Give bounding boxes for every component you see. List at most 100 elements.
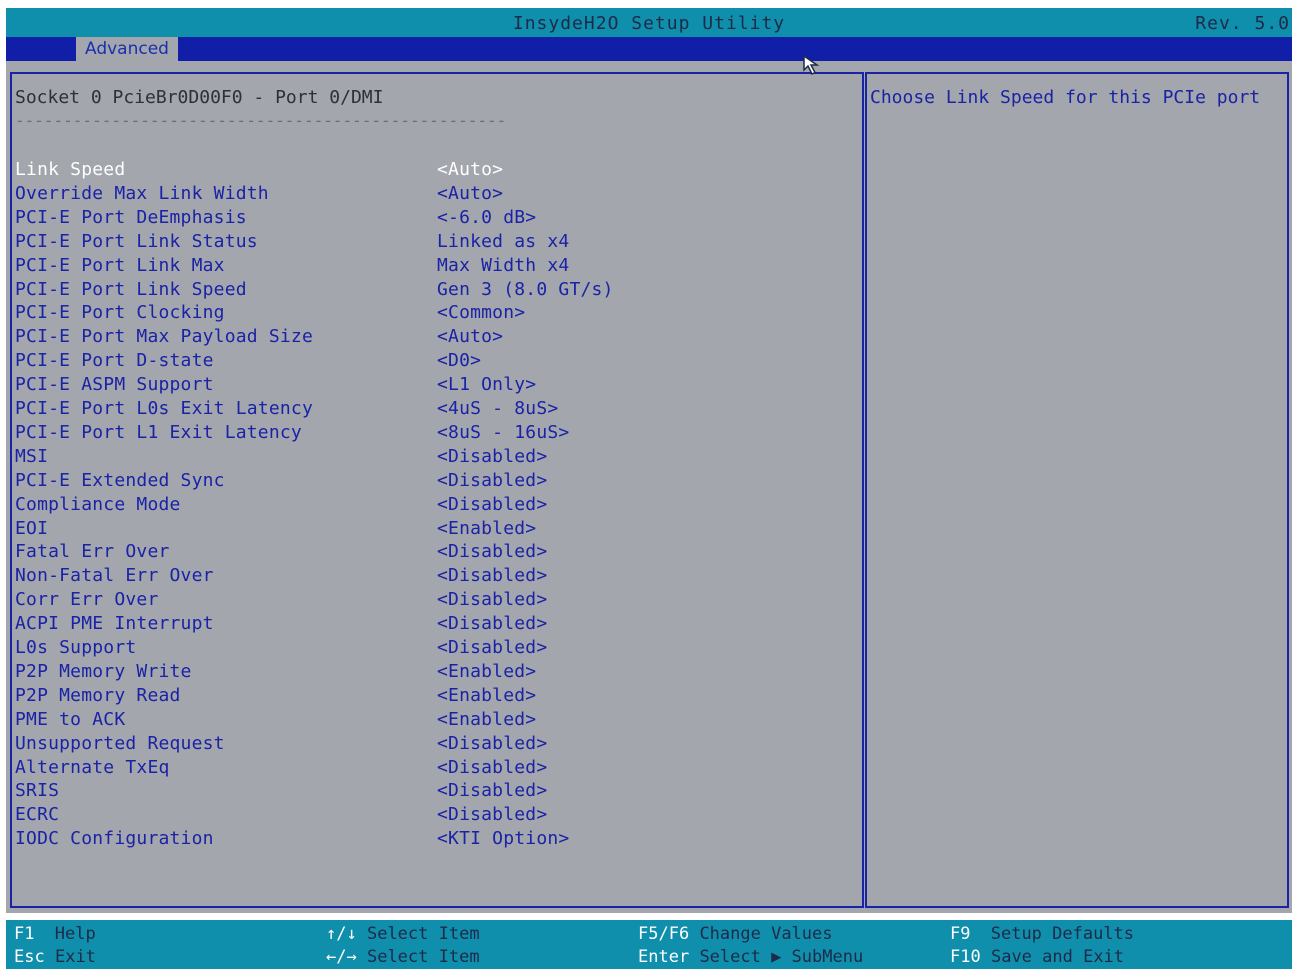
setting-value[interactable]: Linked as x4 — [437, 231, 569, 252]
setting-value[interactable]: <8uS - 16uS> — [437, 422, 569, 443]
setting-row[interactable]: PME to ACK <Enabled> — [15, 709, 835, 733]
setting-value[interactable]: <4uS - 8uS> — [437, 398, 558, 419]
setting-row[interactable]: ECRC <Disabled> — [15, 804, 835, 828]
setting-row[interactable]: PCI-E Port D-state <D0> — [15, 350, 835, 374]
setting-row[interactable]: PCI-E Port Link Speed Gen 3 (8.0 GT/s) — [15, 279, 835, 303]
setting-label: MSI — [15, 445, 49, 467]
setting-value[interactable]: <Disabled> — [437, 613, 547, 634]
setting-value[interactable]: <-6.0 dB> — [437, 207, 536, 228]
setting-value[interactable]: <Enabled> — [437, 518, 536, 539]
key-desc: Setup Defaults — [990, 924, 1135, 944]
key-label: Esc — [14, 947, 45, 967]
setting-value[interactable]: <Enabled> — [437, 661, 536, 682]
setting-row[interactable]: PCI-E Port DeEmphasis <-6.0 dB> — [15, 207, 835, 231]
setting-value[interactable]: <Enabled> — [437, 685, 536, 706]
footer-key-change-values[interactable]: F5/F6 Change Values — [638, 924, 833, 944]
setting-row[interactable]: Fatal Err Over <Disabled> — [15, 541, 835, 565]
setting-row[interactable]: PCI-E Port Max Payload Size <Auto> — [15, 326, 835, 350]
setting-label: Link Speed — [15, 159, 126, 180]
setting-value[interactable]: <Enabled> — [437, 709, 536, 730]
setting-row[interactable]: Override Max Link Width <Auto> — [15, 183, 835, 207]
setting-value[interactable]: <Disabled> — [437, 470, 547, 491]
setting-row[interactable]: Alternate TxEq <Disabled> — [15, 757, 835, 781]
setting-value[interactable]: <Disabled> — [437, 780, 547, 801]
key-label: Enter — [638, 947, 690, 967]
setting-row[interactable]: P2P Memory Write <Enabled> — [15, 661, 835, 685]
setting-label: Override Max Link Width — [15, 182, 269, 204]
tab-advanced[interactable]: Advanced — [76, 37, 178, 61]
setting-value[interactable]: <Common> — [437, 302, 525, 323]
setting-row[interactable]: P2P Memory Read <Enabled> — [15, 685, 835, 709]
title-divider: ----------------------------------------… — [15, 111, 507, 130]
setting-label: Non-Fatal Err Over — [15, 565, 214, 587]
setting-label: ACPI PME Interrupt — [15, 613, 214, 635]
menu-bar: Advanced — [6, 37, 1292, 61]
key-desc: Save and Exit — [990, 947, 1125, 967]
setting-row[interactable]: SRIS <Disabled> — [15, 780, 835, 804]
setting-label: PCI-E Extended Sync — [15, 469, 225, 491]
setting-row[interactable]: PCI-E Port Clocking <Common> — [15, 302, 835, 326]
setting-value[interactable]: <Disabled> — [437, 804, 547, 825]
setting-value[interactable]: <Disabled> — [437, 757, 547, 778]
title-bar: InsydeH2O Setup Utility Rev. 5.0 — [6, 8, 1292, 37]
setting-label: PCI-E ASPM Support — [15, 374, 214, 396]
help-text: Choose Link Speed for this PCIe port — [870, 87, 1261, 108]
key-desc: Select Item — [366, 924, 480, 944]
footer-key-enter[interactable]: Enter Select ▶ SubMenu — [638, 947, 863, 967]
setting-label: PCI-E Port DeEmphasis — [15, 206, 247, 228]
setting-value[interactable]: Max Width x4 — [437, 255, 569, 276]
setting-label: ECRC — [15, 804, 60, 826]
setting-row[interactable]: IODC Configuration <KTI Option> — [15, 828, 835, 852]
setting-label: Compliance Mode — [15, 493, 181, 515]
setting-row[interactable]: Unsupported Request <Disabled> — [15, 733, 835, 757]
footer-key-exit[interactable]: Esc Exit — [14, 947, 96, 967]
setting-row[interactable]: Link Speed <Auto> — [15, 159, 835, 183]
footer-key-setup-defaults[interactable]: F9 Setup Defaults — [950, 924, 1134, 944]
setting-row[interactable]: PCI-E Port L1 Exit Latency <8uS - 16uS> — [15, 422, 835, 446]
key-desc: Help — [54, 924, 96, 944]
key-desc: Select ▶ SubMenu — [699, 947, 864, 967]
setting-label: Alternate TxEq — [15, 756, 170, 778]
setting-label: P2P Memory Read — [15, 684, 181, 706]
setting-value[interactable]: <Auto> — [437, 326, 503, 347]
setting-value[interactable]: <Disabled> — [437, 541, 547, 562]
setting-row[interactable]: Non-Fatal Err Over <Disabled> — [15, 565, 835, 589]
page-title: Socket 0 PcieBr0D00F0 - Port 0/DMI — [15, 87, 384, 108]
mouse-pointer-icon — [803, 54, 820, 76]
setting-label: Corr Err Over — [15, 589, 159, 611]
setting-value[interactable]: <Disabled> — [437, 446, 547, 467]
setting-row[interactable]: PCI-E Port Link Status Linked as x4 — [15, 231, 835, 255]
footer-key-save-exit[interactable]: F10 Save and Exit — [950, 947, 1124, 967]
setting-row[interactable]: PCI-E ASPM Support <L1 Only> — [15, 374, 835, 398]
setting-row[interactable]: Corr Err Over <Disabled> — [15, 589, 835, 613]
setting-value[interactable]: Gen 3 (8.0 GT/s) — [437, 279, 614, 300]
footer-key-select-item-leftright[interactable]: ←/→ Select Item — [326, 947, 480, 967]
setting-row[interactable]: PCI-E Port L0s Exit Latency <4uS - 8uS> — [15, 398, 835, 422]
setting-value[interactable]: <Disabled> — [437, 565, 547, 586]
key-desc: Change Values — [699, 924, 833, 944]
key-label: ↑/↓ — [326, 924, 357, 944]
setting-label: P2P Memory Write — [15, 660, 192, 682]
setting-row[interactable]: MSI <Disabled> — [15, 446, 835, 470]
setting-value[interactable]: <KTI Option> — [437, 828, 569, 849]
setting-value[interactable]: <Disabled> — [437, 733, 547, 754]
setting-value[interactable]: <Disabled> — [437, 494, 547, 515]
setting-label: Unsupported Request — [15, 732, 225, 754]
setting-value[interactable]: <Disabled> — [437, 589, 547, 610]
setting-row[interactable]: PCI-E Extended Sync <Disabled> — [15, 470, 835, 494]
setting-row[interactable]: ACPI PME Interrupt <Disabled> — [15, 613, 835, 637]
setting-row[interactable]: PCI-E Port Link Max Max Width x4 — [15, 255, 835, 279]
setting-row[interactable]: EOI <Enabled> — [15, 518, 835, 542]
setting-value[interactable]: <Disabled> — [437, 637, 547, 658]
footer-key-help[interactable]: F1 Help — [14, 924, 96, 944]
setting-label: PCI-E Port Max Payload Size — [15, 326, 313, 348]
setting-value[interactable]: <D0> — [437, 350, 481, 371]
setting-value[interactable]: <L1 Only> — [437, 374, 536, 395]
revision-label: Rev. 5.0 — [1195, 13, 1290, 34]
setting-value[interactable]: <Auto> — [437, 183, 503, 204]
setting-label: PCI-E Port Clocking — [15, 302, 225, 324]
footer-key-select-item-updown[interactable]: ↑/↓ Select Item — [326, 924, 480, 944]
setting-row[interactable]: L0s Support <Disabled> — [15, 637, 835, 661]
setting-row[interactable]: Compliance Mode <Disabled> — [15, 494, 835, 518]
setting-value[interactable]: <Auto> — [437, 159, 503, 180]
